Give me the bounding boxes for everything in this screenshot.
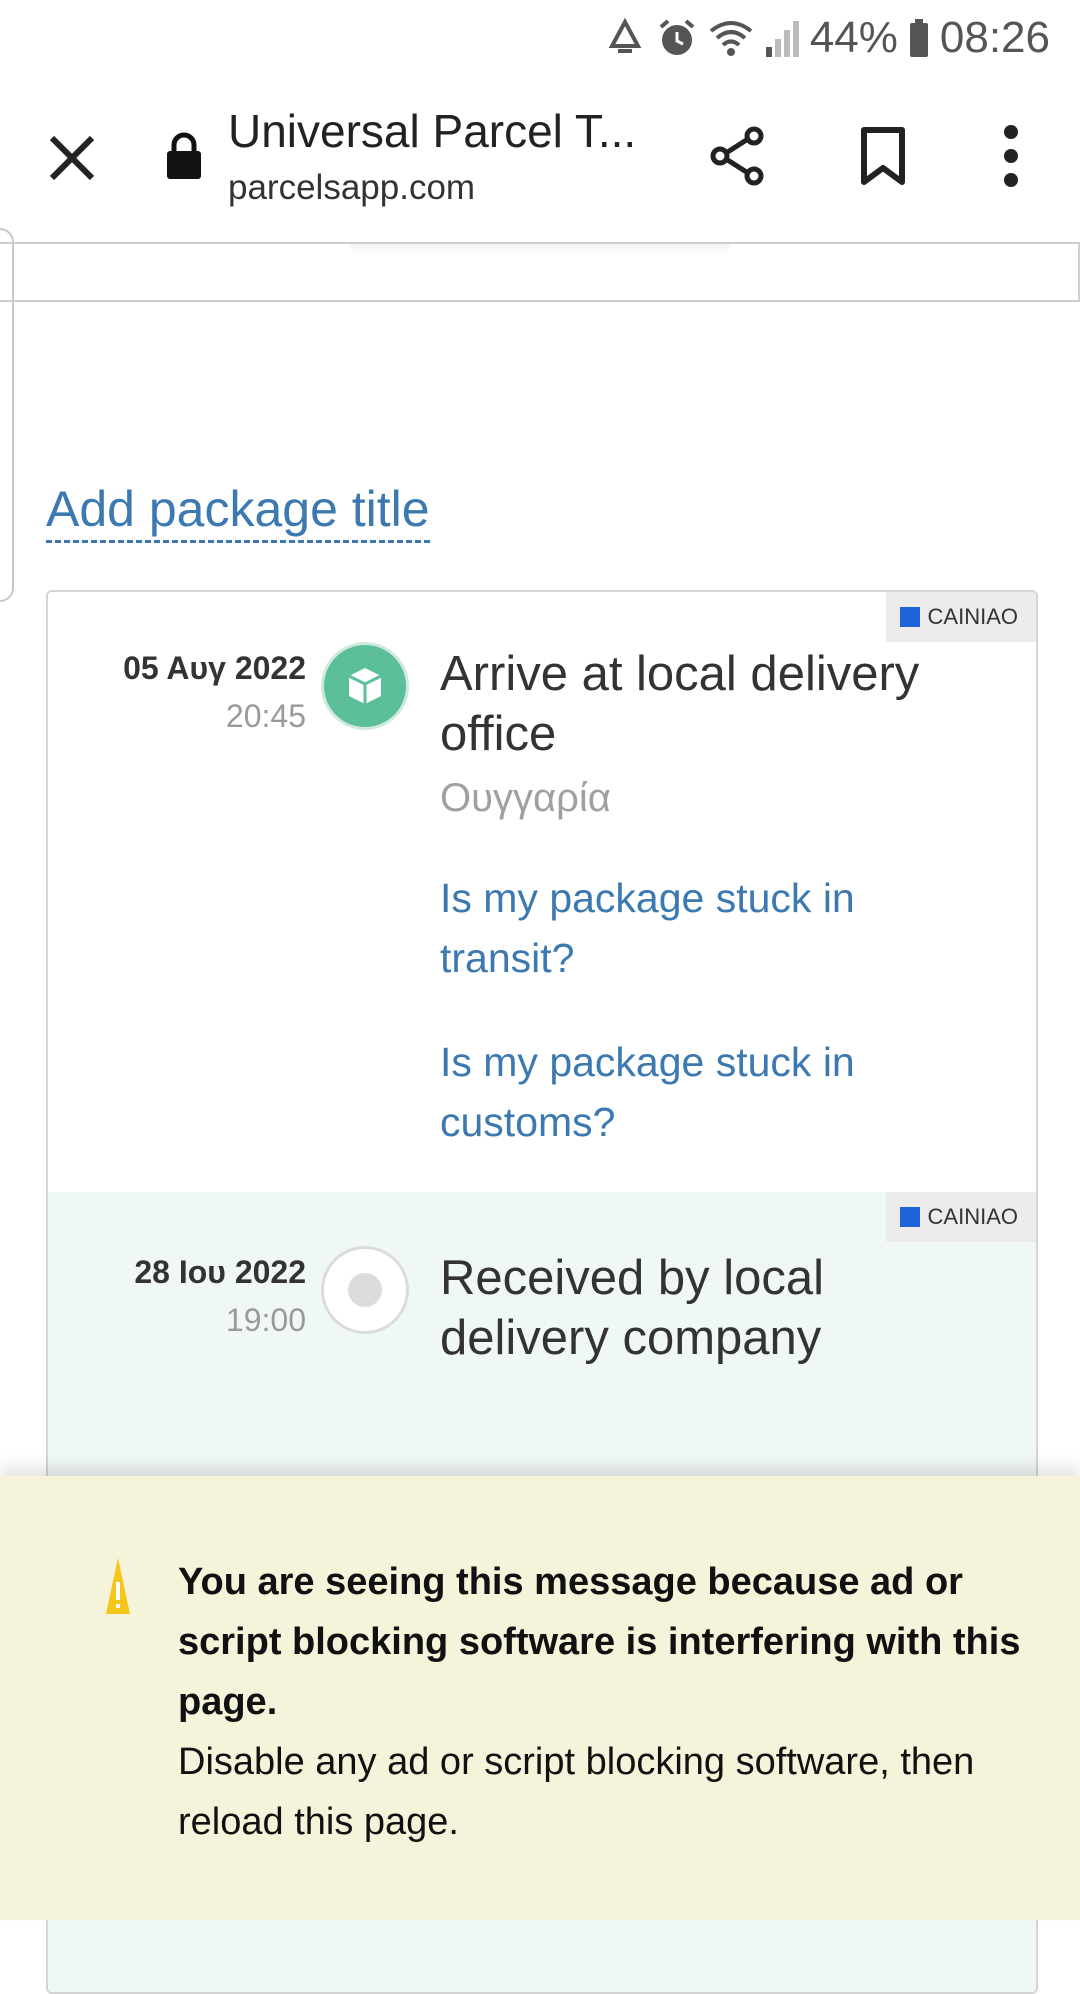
event-location: Ουγγαρία [440,776,611,820]
status-bar: 44% 08:26 [0,0,1080,76]
carrier-badge: CAINIAO [885,1192,1036,1242]
carrier-name: CAINIAO [927,1204,1018,1229]
adblock-notice: You are seeing this message because ad o… [0,1476,1080,1920]
package-icon [321,642,409,730]
lock-icon [166,132,202,180]
wifi-icon [708,17,754,59]
event-title: Arrive at local delivery office [440,647,920,761]
share-icon[interactable] [708,126,768,186]
carrier-name: CAINIAO [927,604,1018,629]
event-time: 20:45 [225,698,306,734]
battery-icon [908,17,930,59]
status-dot-icon [321,1246,409,1334]
timeline-event: CAINIAO 05 Αυγ 2022 20:45 Arrive at loca… [48,592,1036,1192]
alarm-icon [656,17,698,59]
stuck-in-customs-link[interactable]: Is my package stuck in customs? [440,1032,960,1152]
carrier-badge: CAINIAO [885,592,1036,642]
notice-body: Disable any ad or script blocking softwa… [178,1741,975,1843]
more-vert-icon[interactable] [1000,124,1022,188]
battery-percent: 44% [809,13,898,62]
browser-toolbar: Universal Parcel T... parcelsapp.com [0,76,1080,236]
signal-icon [764,17,800,59]
event-date: 28 Ιου 2022 [134,1254,306,1290]
cainiao-logo-icon [899,607,920,627]
status-icons: 44% 08:26 [604,10,1050,66]
add-package-title-link[interactable]: Add package title [46,480,430,543]
event-date: 05 Αυγ 2022 [123,650,306,686]
bookmark-icon[interactable] [858,126,908,186]
recycle-icon [604,17,646,59]
clock: 08:26 [939,13,1050,62]
event-title: Received by local delivery company [440,1251,825,1365]
notice-heading: You are seeing this message because ad o… [178,1561,1021,1723]
page-title: Universal Parcel T... [228,105,637,157]
tracking-input-box [0,242,1080,302]
event-time: 19:00 [225,1302,306,1338]
cainiao-logo-icon [899,1207,920,1227]
stuck-in-transit-link[interactable]: Is my package stuck in transit? [440,868,960,988]
close-icon[interactable] [44,130,100,186]
page-url[interactable]: parcelsapp.com [228,168,475,208]
warning-icon [104,1556,132,1618]
